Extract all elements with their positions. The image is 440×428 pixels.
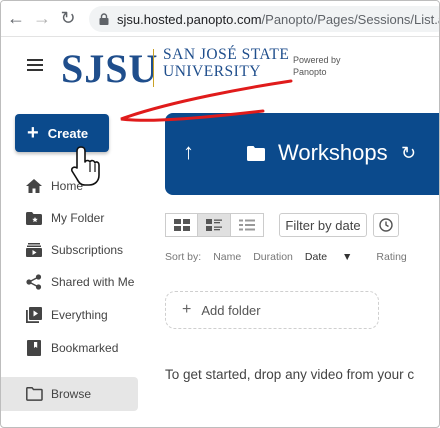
site-header: SJSU SAN JOSÉ STATE UNIVERSITY Powered b… <box>1 37 439 103</box>
clock-icon[interactable] <box>373 213 399 237</box>
lock-icon <box>99 13 109 25</box>
url-host: sjsu.hosted.panopto.com <box>117 11 262 27</box>
url-text: sjsu.hosted.panopto.com/Panopto/Pages/Se… <box>117 11 439 27</box>
sort-duration[interactable]: Duration <box>253 251 293 263</box>
sidebar-item-my-folder[interactable]: My Folder <box>25 206 104 230</box>
add-folder-label: Add folder <box>201 302 261 318</box>
sidebar-item-label: Everything <box>51 308 108 322</box>
back-arrow-icon[interactable]: ← <box>3 6 29 32</box>
sjsu-logo[interactable]: SJSU <box>61 45 158 92</box>
bookmark-icon <box>25 339 43 357</box>
home-icon <box>25 177 43 195</box>
university-name-line2: UNIVERSITY <box>163 63 261 80</box>
sidebar-item-shared-with-me[interactable]: Shared with Me <box>25 270 134 294</box>
empty-folder-hint: To get started, drop any video from your… <box>165 367 415 382</box>
browse-folder-icon <box>25 385 43 403</box>
view-toggle <box>165 213 271 237</box>
subscriptions-icon <box>25 241 43 259</box>
powered-by-line2: Panopto <box>293 67 327 77</box>
sort-by-label: Sort by: <box>165 251 202 263</box>
plus-icon: + <box>27 122 39 144</box>
refresh-icon[interactable]: ↻ <box>401 143 416 164</box>
screenshot-frame: ← → ↻ sjsu.hosted.panopto.com/Panopto/Pa… <box>0 0 440 428</box>
sort-bar: Sort by: Name Duration Date ▼ Rating <box>165 251 419 263</box>
reload-icon[interactable]: ↻ <box>55 6 81 32</box>
everything-icon <box>25 306 43 324</box>
plus-icon: + <box>182 301 192 318</box>
sidebar-item-label: Shared with Me <box>51 275 135 289</box>
sidebar-item-label: Bookmarked <box>51 341 119 355</box>
folder-title: Workshops <box>278 140 388 165</box>
menu-icon[interactable] <box>27 59 43 71</box>
sidebar-item-label: Subscriptions <box>51 243 124 257</box>
sidebar: + Create Home My Folder Subscriptions Sh… <box>1 103 151 427</box>
folder-banner: ↑ Workshops ↻ <box>165 113 439 195</box>
forward-arrow-icon[interactable]: → <box>29 6 55 32</box>
sort-rating[interactable]: Rating <box>376 251 406 263</box>
powered-by-line1: Powered by <box>293 55 341 65</box>
caret-down-icon: ▼ <box>342 251 353 263</box>
up-arrow-icon[interactable]: ↑ <box>183 139 194 165</box>
folder-icon <box>247 146 265 166</box>
my-folder-icon <box>25 209 43 227</box>
thumbnail-view-icon[interactable] <box>165 213 198 237</box>
sidebar-item-label: Home <box>51 179 84 193</box>
create-button[interactable]: + Create <box>15 114 109 152</box>
university-name-line1: SAN JOSÉ STATE <box>163 46 290 63</box>
sidebar-item-label: My Folder <box>51 211 105 225</box>
sidebar-item-everything[interactable]: Everything <box>25 303 108 327</box>
sort-date-label: Date <box>304 251 328 263</box>
list-view-icon[interactable] <box>231 213 264 237</box>
sort-date[interactable]: Date ▼ <box>305 251 365 263</box>
sort-name[interactable]: Name <box>213 251 241 263</box>
logo-divider <box>153 49 154 87</box>
sidebar-item-subscriptions[interactable]: Subscriptions <box>25 238 123 262</box>
share-icon <box>25 273 43 291</box>
browser-toolbar: ← → ↻ sjsu.hosted.panopto.com/Panopto/Pa… <box>1 1 439 37</box>
sidebar-item-home[interactable]: Home <box>25 174 83 198</box>
sidebar-item-browse[interactable]: Browse <box>1 377 138 411</box>
detailed-view-icon[interactable] <box>198 213 231 237</box>
create-button-label: Create <box>47 125 89 141</box>
sidebar-item-label: Browse <box>51 387 92 401</box>
add-folder-button[interactable]: + Add folder <box>165 291 379 329</box>
powered-by-panopto: Powered by Panopto <box>293 54 341 78</box>
sidebar-item-bookmarked[interactable]: Bookmarked <box>25 336 118 360</box>
university-name: SAN JOSÉ STATE UNIVERSITY <box>163 46 289 80</box>
url-path: /Panopto/Pages/Sessions/List.aspx#fold <box>261 11 439 27</box>
filter-by-date-button[interactable]: Filter by date <box>279 213 367 237</box>
address-bar[interactable]: sjsu.hosted.panopto.com/Panopto/Pages/Se… <box>89 6 439 32</box>
